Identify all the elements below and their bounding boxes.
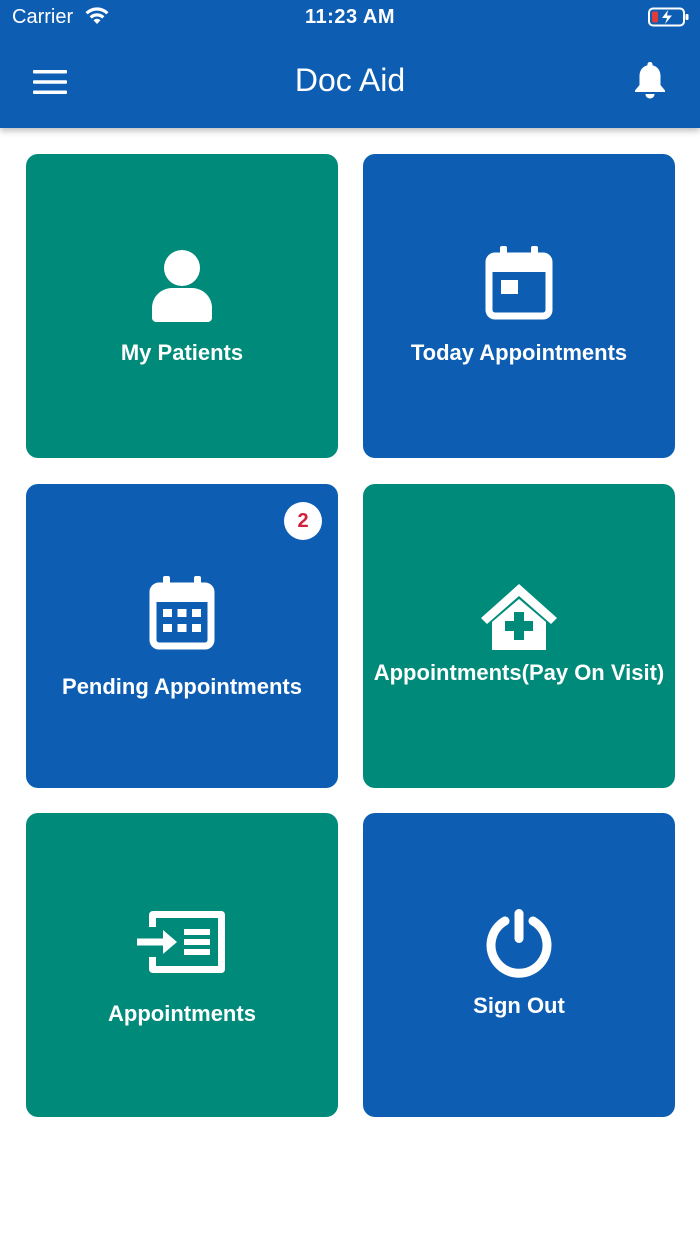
power-icon xyxy=(486,909,552,978)
tile-today-appointments[interactable]: Today Appointments xyxy=(363,154,675,458)
tile-label: Appointments xyxy=(108,1001,256,1026)
navigation-bar: Doc Aid xyxy=(0,36,700,128)
tile-sign-out[interactable]: Sign Out xyxy=(363,813,675,1117)
tile-label: Today Appointments xyxy=(410,340,628,365)
tile-my-patients[interactable]: My Patients xyxy=(26,154,338,458)
sign-in-list-icon xyxy=(137,911,225,973)
tile-label: Sign Out xyxy=(473,993,565,1018)
tile-label: My Patients xyxy=(120,340,244,365)
user-icon xyxy=(152,250,212,322)
tile-label: Pending Appointments xyxy=(62,674,302,699)
tile-appointments[interactable]: Appointments xyxy=(26,813,338,1117)
tile-pending-appointments[interactable]: 2 Pending Appointments xyxy=(26,484,338,788)
bell-icon xyxy=(635,62,665,99)
status-time: 11:23 AM xyxy=(305,6,395,28)
battery-charging-icon xyxy=(648,7,690,32)
pending-count-badge: 2 xyxy=(284,502,322,540)
status-bar: Carrier 11:23 AM xyxy=(0,0,700,36)
clinic-house-icon xyxy=(481,584,557,650)
calendar-grid-icon xyxy=(149,576,215,650)
calendar-icon xyxy=(485,246,553,320)
notifications-button[interactable] xyxy=(628,56,672,104)
tile-label: Appointments(Pay On Visit) xyxy=(373,660,665,685)
top-app-bar: Carrier 11:23 AM Doc Aid xyxy=(0,0,700,128)
tile-appointments-pay-on-visit[interactable]: Appointments(Pay On Visit) xyxy=(363,484,675,788)
page-title: Doc Aid xyxy=(294,62,406,98)
